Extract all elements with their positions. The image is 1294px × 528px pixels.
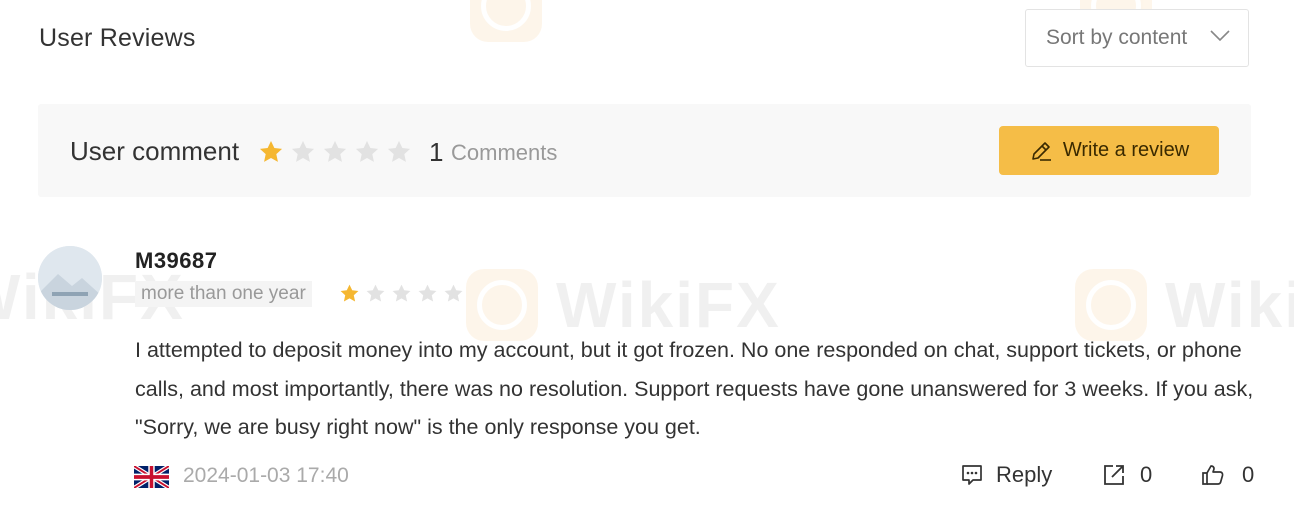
review-date: 2024-01-03 17:40 [183,464,349,487]
comment-icon [962,465,982,485]
star-empty-icon [323,140,347,162]
write-review-label: Write a review [1062,139,1190,161]
star-empty-icon [444,284,463,302]
watermark-logo-icon [470,0,542,42]
summary-stars [258,139,412,165]
like-button[interactable]: 0 [1200,462,1254,488]
review-stars [339,283,464,304]
star-empty-icon [392,284,411,302]
share-button[interactable]: 0 [1102,462,1152,488]
review-text: I attempted to deposit money into my acc… [135,338,1254,439]
star-empty-icon [366,284,385,302]
review-username[interactable]: M39687 [135,248,218,274]
uk-flag-icon [134,466,169,488]
sort-label: Sort by content [1046,26,1188,49]
thumbs-up-icon [1202,465,1224,485]
write-review-button[interactable]: Write a review [999,126,1219,175]
reply-label: Reply [996,462,1053,487]
avatar[interactable] [38,246,102,310]
star-filled-icon [259,140,283,162]
star-empty-icon [387,140,411,162]
watermark [470,0,542,42]
star-filled-icon [340,284,359,302]
summary-label: User comment [70,136,240,166]
sort-dropdown[interactable]: Sort by content [1025,9,1249,67]
share-icon [1104,465,1124,485]
comment-count-label: Comments [451,140,558,165]
reply-button[interactable]: Reply [960,462,1052,488]
share-count: 0 [1140,462,1153,487]
pen-icon [1032,141,1051,161]
chevron-down-icon [1210,30,1230,42]
star-empty-icon [418,284,437,302]
like-count: 0 [1242,462,1255,487]
review-time-badge: more than one year [135,281,312,307]
avatar-image-icon [38,246,102,310]
star-empty-icon [355,140,379,162]
comment-count: 1 [429,137,444,167]
star-empty-icon [291,140,315,162]
page-title: User Reviews [39,24,196,52]
rating-summary: User comment 1 Comments Write a review [38,104,1251,197]
